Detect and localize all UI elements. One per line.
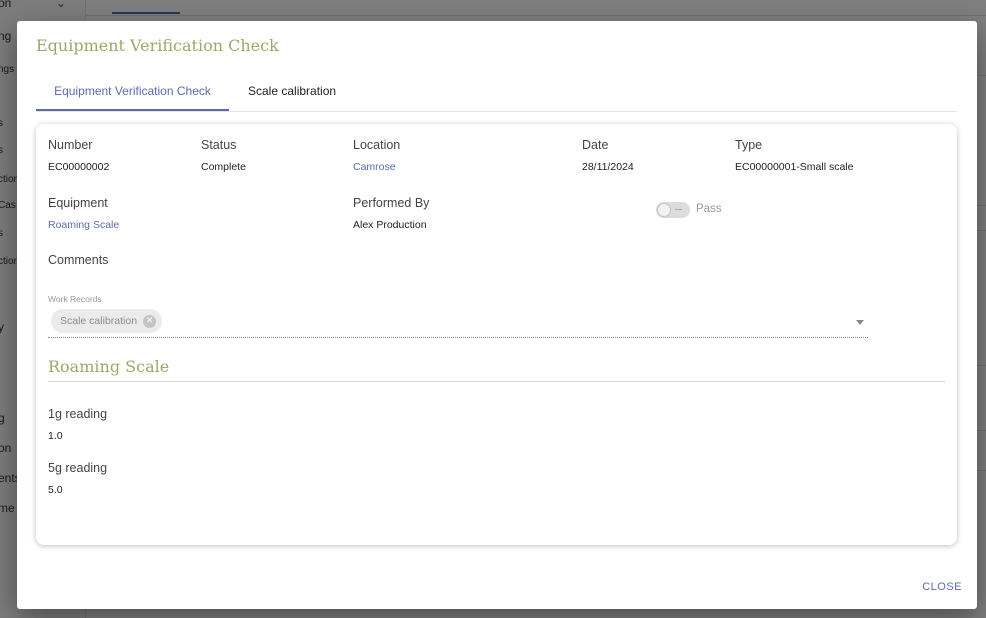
date-value: 28/11/2024 — [582, 161, 634, 173]
number-label: Number — [48, 138, 93, 152]
date-label: Date — [582, 138, 609, 152]
reading-1g-label: 1g reading — [48, 407, 108, 421]
type-value: EC00000001-Small scale — [735, 161, 854, 173]
chip-label: Scale calibration — [60, 315, 138, 327]
dropdown-arrow-icon[interactable] — [856, 320, 864, 325]
work-records-select[interactable]: Scale calibration ✕ — [48, 307, 868, 338]
toggle-knob — [658, 204, 670, 216]
status-value: Complete — [201, 161, 246, 173]
location-label: Location — [353, 138, 401, 152]
reading-5g-value: 5.0 — [48, 484, 63, 496]
comments-label: Comments — [48, 253, 109, 267]
equipment-link[interactable]: Roaming Scale — [48, 219, 119, 231]
section-title: Roaming Scale — [48, 357, 170, 376]
pass-toggle[interactable] — [656, 202, 690, 218]
details-card: Number EC00000002 Status Complete Locati… — [36, 124, 957, 545]
reading-5g-label: 5g reading — [48, 461, 108, 475]
pass-label: Pass — [696, 203, 722, 215]
number-value: EC00000002 — [48, 161, 110, 173]
reading-1g-value: 1.0 — [48, 430, 63, 442]
equipment-verification-dialog: Equipment Verification Check Equipment V… — [17, 21, 977, 609]
tab-scale-calibration[interactable]: Scale calibration — [248, 81, 336, 111]
section-divider — [48, 381, 945, 382]
work-records-label: Work Records — [48, 294, 102, 304]
equipment-label: Equipment — [48, 196, 108, 210]
tab-equipment-verification-check[interactable]: Equipment Verification Check — [36, 81, 229, 111]
toggle-off-icon — [675, 209, 682, 210]
close-button[interactable]: CLOSE — [922, 581, 962, 593]
remove-chip-icon[interactable]: ✕ — [143, 314, 157, 328]
performed-by-label: Performed By — [353, 196, 430, 210]
type-label: Type — [735, 138, 763, 152]
dialog-title: Equipment Verification Check — [36, 36, 279, 55]
location-link[interactable]: Camrose — [353, 161, 396, 173]
tab-bar: Equipment Verification Check Scale calib… — [36, 81, 957, 112]
performed-by-value: Alex Production — [353, 219, 427, 231]
status-label: Status — [201, 138, 237, 152]
work-record-chip[interactable]: Scale calibration ✕ — [51, 309, 163, 333]
